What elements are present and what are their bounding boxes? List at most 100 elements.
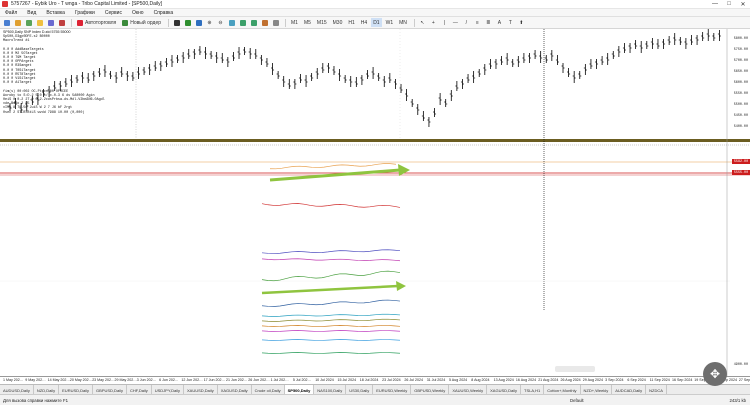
chart-tab[interactable]: NZDCA (646, 385, 667, 394)
indicator-line-green (261, 270, 401, 282)
market-watch-icon[interactable] (24, 18, 33, 27)
new-order-button[interactable]: Новый ордер (120, 18, 163, 27)
chart-tab[interactable]: XAUUSD,Weekly (449, 385, 488, 394)
time-tick: 26 Jul 2024 (404, 378, 423, 382)
indicator-line-orange (269, 163, 397, 170)
timeframe-h1[interactable]: H1 (346, 18, 356, 27)
channel-icon[interactable]: ≡ (473, 18, 482, 27)
templates-icon[interactable] (271, 18, 280, 27)
chart-tab[interactable]: GBPUSD,Daily (93, 385, 127, 394)
time-tick: 15 Jul 2024 (337, 378, 357, 382)
trendline-icon[interactable]: / (462, 18, 471, 27)
indicators-icon[interactable] (260, 18, 269, 27)
time-tick: 31 Jul 2024 (426, 378, 446, 382)
new-chart-icon[interactable] (2, 18, 11, 27)
menu-window[interactable]: Окно (127, 10, 149, 16)
title-bar: 5757267 - Eybik Uro - T wnga - Tribo Cap… (0, 0, 750, 9)
autotrade-button[interactable]: Автоторговля (75, 18, 118, 27)
zoom-out-icon[interactable]: ⊖ (216, 18, 225, 27)
profiles-icon[interactable] (13, 18, 22, 27)
time-tick: 11 Sep 2024 (649, 378, 670, 382)
price-label: 5450.00 (733, 114, 748, 118)
time-tick: 6 Jun 202… (159, 378, 179, 382)
time-tick: 5 Jul 202… (292, 378, 312, 382)
menu-tools[interactable]: Сервис (100, 10, 127, 16)
chart-tab[interactable]: NZD,Daily (33, 385, 60, 394)
minimize-button[interactable]: — (708, 0, 722, 9)
chart-tab[interactable]: CHF,Daily (126, 385, 152, 394)
chart-tab[interactable]: SP500,Daily (284, 385, 315, 394)
menu-file[interactable]: Файл (0, 10, 22, 16)
price-label: 5700.00 (733, 59, 748, 63)
crosshair-icon[interactable]: + (429, 18, 438, 27)
chart-tab[interactable]: USDJPY,Daily (151, 385, 185, 394)
chart-tab[interactable]: EURUSD,Weekly (373, 385, 412, 394)
label-icon[interactable]: T (506, 18, 515, 27)
cursor-icon[interactable]: ↖ (418, 18, 427, 27)
chart-tab[interactable]: Cotton+,Monthly (544, 385, 581, 394)
chart-tab[interactable]: XAGUSD,Daily (487, 385, 522, 394)
zoom-in-icon[interactable]: ⊕ (205, 18, 214, 27)
time-tick: 29 May 202… (114, 378, 137, 382)
window-title: 5757267 - Eybik Uro - T wnga - Tribo Cap… (11, 1, 162, 7)
time-tick: 23 May 202… (92, 378, 115, 382)
chart-tab[interactable]: TSLA,H1 (521, 385, 545, 394)
chart-tab[interactable]: XAGUSD,Daily (217, 385, 252, 394)
time-tick: 12 Jun 202… (181, 378, 203, 382)
close-button[interactable]: ✕ (736, 0, 750, 9)
fibonacci-icon[interactable]: ≣ (484, 18, 493, 27)
maximize-button[interactable]: □ (722, 0, 736, 9)
time-tick: 27 Sep 2024 (738, 378, 750, 382)
timeframe-m15[interactable]: M15 (315, 18, 329, 27)
time-tick: 16 Sep 2024 (672, 378, 693, 382)
chart-tab[interactable]: EURUSD,Daily (59, 385, 94, 394)
line-chart-icon[interactable] (194, 18, 203, 27)
chart-tab[interactable]: AUDCAD,Daily (612, 385, 647, 394)
chart-tab[interactable]: US30,Daily (346, 385, 374, 394)
status-profile: Default (570, 397, 584, 403)
time-tick: 17 Jun 202… (203, 378, 226, 382)
chart-tab[interactable]: GBPUSD,Weekly (411, 385, 450, 394)
time-tick: 8 Aug 2024 (471, 378, 490, 382)
bar-chart-icon[interactable] (172, 18, 181, 27)
chart-tab[interactable]: Crude oil,Daily (251, 385, 285, 394)
navigator-icon[interactable] (35, 18, 44, 27)
timeframe-h4[interactable]: H4 (359, 18, 369, 27)
tile-windows-icon[interactable] (227, 18, 236, 27)
trend-arrow-upper-head (398, 164, 410, 176)
timeframe-m5[interactable]: M5 (302, 18, 313, 27)
indicator-line-amber (261, 325, 401, 327)
menu-charts[interactable]: Графики (70, 10, 100, 16)
time-tick: 1 Jul 202… (270, 378, 289, 382)
horizontal-line-icon[interactable]: — (451, 18, 460, 27)
terminal-icon[interactable] (46, 18, 55, 27)
tester-icon[interactable] (57, 18, 66, 27)
chart-shift-icon[interactable] (249, 18, 258, 27)
chart-tab[interactable]: XAUUSD,Daily (184, 385, 218, 394)
candles-icon[interactable] (183, 18, 192, 27)
price-label: 5550.00 (733, 92, 748, 96)
menu-insert[interactable]: Вставка (41, 10, 70, 16)
time-tick: 20 May 202… (69, 378, 93, 382)
time-tick: 13 Aug 2024 (493, 378, 514, 382)
chart-tab[interactable]: AUDUSD,Daily (0, 385, 34, 394)
vertical-line-icon[interactable]: | (440, 18, 449, 27)
chart-tab[interactable]: NZD+,Weekly (580, 385, 613, 394)
status-bar: Для вызова справки нажмите F1 Default 24… (0, 394, 750, 405)
menu-view[interactable]: Вид (22, 10, 41, 16)
text-icon[interactable]: A (495, 18, 504, 27)
toolbar-divider (413, 18, 415, 27)
timeframe-w1[interactable]: W1 (384, 18, 396, 27)
scroll-to-end-icon[interactable]: ✥ (703, 362, 727, 386)
indicator-line-violet (261, 330, 401, 332)
timeframe-m30[interactable]: M30 (331, 18, 345, 27)
auto-scroll-icon[interactable] (238, 18, 247, 27)
menu-help[interactable]: Справка (149, 10, 179, 16)
timeframe-mn[interactable]: MN (397, 18, 409, 27)
timeframe-d1[interactable]: D1 (371, 18, 382, 27)
arrows-icon[interactable]: ⬆ (517, 18, 526, 27)
chart-tab[interactable]: NAS100,Daily (314, 385, 347, 394)
indicator-line-sky (261, 339, 401, 341)
time-tick: 9 May 202… (25, 378, 46, 382)
timeframe-m1[interactable]: M1 (289, 18, 300, 27)
